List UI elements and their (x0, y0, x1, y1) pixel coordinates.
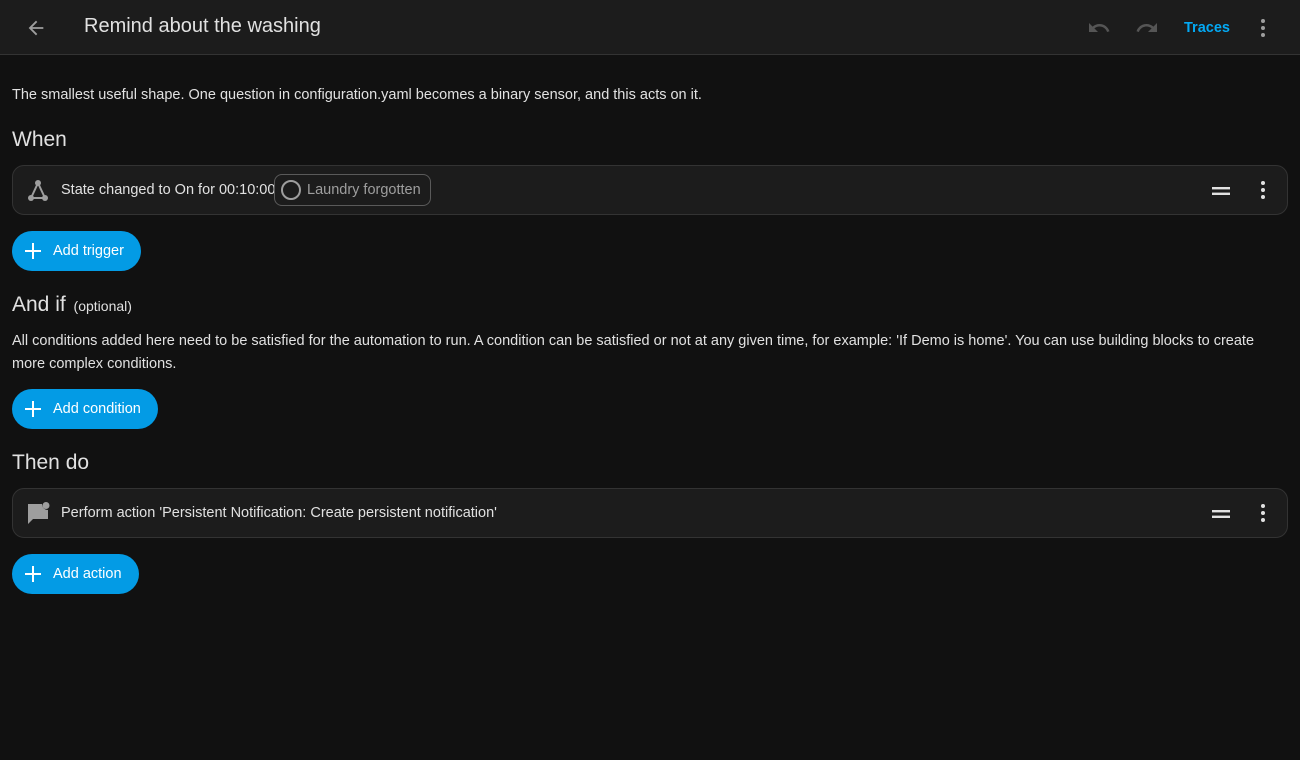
section-title-then-do: Then do (12, 451, 90, 474)
add-trigger-label: Add trigger (53, 243, 124, 259)
overflow-menu-button[interactable] (1243, 8, 1283, 48)
drag-handle-icon (1212, 510, 1230, 518)
message-badge-icon (28, 502, 50, 524)
drag-handle-icon (1212, 187, 1230, 195)
redo-icon (1136, 23, 1157, 32)
conditions-description: All conditions added here need to be sat… (12, 333, 1255, 372)
drag-handle[interactable] (1209, 503, 1233, 525)
dots-vertical-icon (1261, 19, 1265, 37)
undo-icon (1089, 23, 1110, 32)
trigger-description: State changed to On for 00:10:00 (61, 182, 276, 198)
app-toolbar: Remind about the washing Traces (0, 0, 1300, 55)
trigger-row[interactable]: State changed to On for 00:10:00 Laundry… (12, 165, 1288, 215)
action-menu-button[interactable] (1249, 499, 1277, 527)
add-action-button[interactable]: Add action (12, 554, 139, 594)
drag-handle[interactable] (1209, 180, 1233, 202)
binary-sensor-off-icon (281, 180, 301, 200)
action-description: Perform action 'Persistent Notification:… (61, 505, 497, 521)
dots-vertical-icon (1261, 181, 1265, 199)
state-graph-icon (28, 180, 48, 201)
plus-icon (24, 565, 42, 583)
page-title: Remind about the washing (84, 15, 321, 37)
undo-button[interactable] (1079, 8, 1119, 48)
entity-chip-label: Laundry forgotten (307, 182, 421, 198)
action-row[interactable]: Perform action 'Persistent Notification:… (12, 488, 1288, 538)
add-condition-button[interactable]: Add condition (12, 389, 158, 429)
back-button[interactable] (16, 8, 56, 48)
add-condition-label: Add condition (53, 401, 141, 417)
and-if-label: And if (12, 293, 66, 316)
section-title-when: When (12, 128, 67, 151)
traces-button[interactable]: Traces (1175, 14, 1239, 42)
entity-chip[interactable]: Laundry forgotten (274, 174, 431, 206)
dots-vertical-icon (1261, 504, 1265, 522)
trigger-menu-button[interactable] (1249, 176, 1277, 204)
section-title-and-if: And if (optional) (12, 293, 132, 317)
arrow-left-icon (28, 20, 44, 36)
optional-label: (optional) (73, 298, 132, 314)
add-trigger-button[interactable]: Add trigger (12, 231, 141, 271)
redo-button[interactable] (1127, 8, 1167, 48)
plus-icon (24, 400, 42, 418)
add-action-label: Add action (53, 566, 122, 582)
automation-description: The smallest useful shape. One question … (12, 87, 702, 103)
plus-icon (24, 242, 42, 260)
